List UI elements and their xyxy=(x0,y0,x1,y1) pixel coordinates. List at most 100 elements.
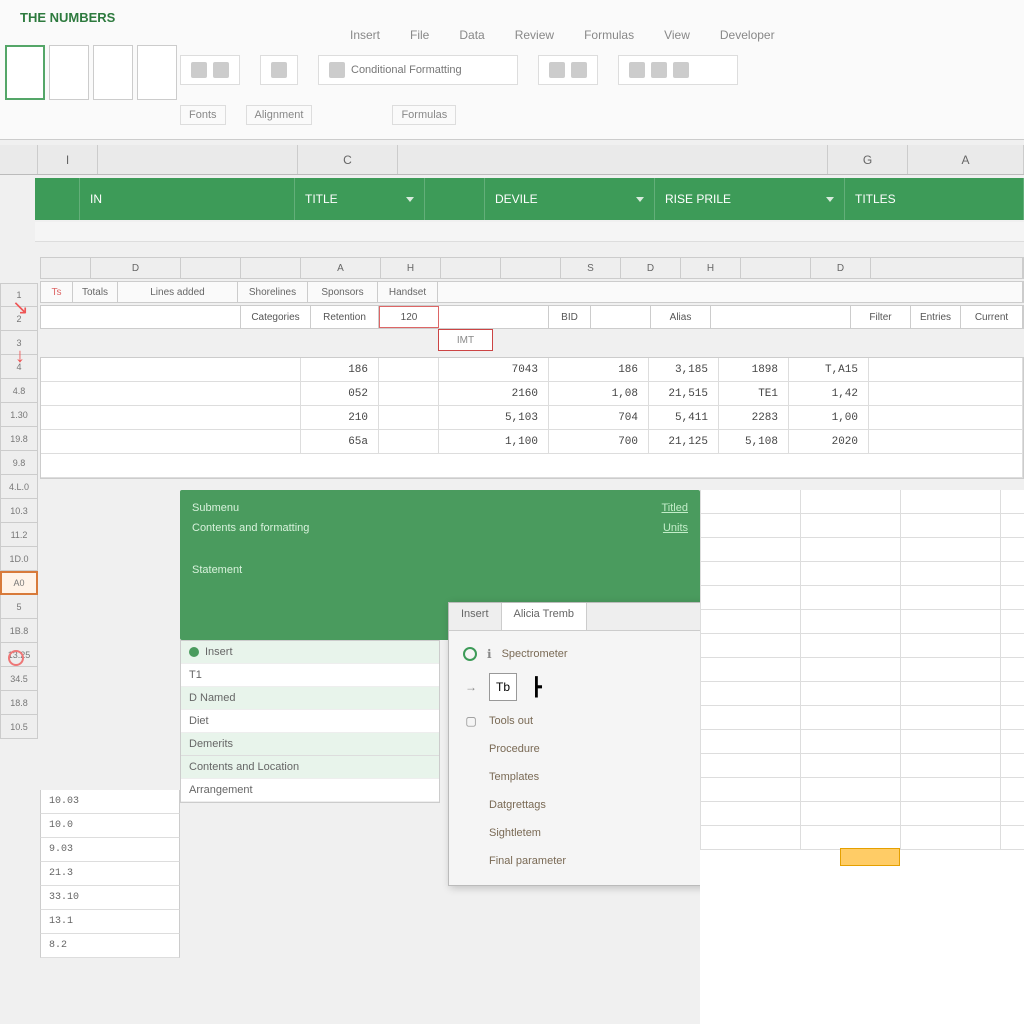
cell[interactable] xyxy=(41,406,301,429)
inner-col[interactable] xyxy=(41,258,91,278)
thumb-4[interactable] xyxy=(137,45,177,100)
cell[interactable]: 186 xyxy=(549,358,649,381)
row-num[interactable]: 34.5 xyxy=(0,667,38,691)
data-row-1[interactable]: 186 7043 186 3,185 1898 T,A15 xyxy=(41,358,1023,382)
grid-row[interactable] xyxy=(700,658,1024,682)
ribbon-group-1[interactable] xyxy=(180,55,240,85)
label-sponsors[interactable]: Sponsors xyxy=(308,282,378,302)
tb-button[interactable]: Tb xyxy=(489,673,517,701)
grid-row[interactable] xyxy=(700,610,1024,634)
menu-tab-alicia[interactable]: Alicia Tremb xyxy=(502,603,588,630)
thumb-3[interactable] xyxy=(93,45,133,100)
cell[interactable]: 704 xyxy=(549,406,649,429)
header-blank[interactable] xyxy=(35,178,80,220)
inner-col[interactable] xyxy=(441,258,501,278)
cell[interactable]: 1898 xyxy=(719,358,789,381)
highlighted-cell[interactable] xyxy=(840,848,900,866)
panel-link-titled[interactable]: Titled xyxy=(662,502,689,514)
cat-entries[interactable]: Entries xyxy=(911,306,961,328)
filter-icon[interactable] xyxy=(406,197,414,202)
cell[interactable]: 21,515 xyxy=(649,382,719,405)
cell[interactable] xyxy=(41,454,1023,477)
cell[interactable]: 052 xyxy=(301,382,379,405)
ribbon-sub-formulas[interactable]: Formulas xyxy=(392,105,456,125)
cell[interactable]: 2283 xyxy=(719,406,789,429)
label-shorelines[interactable]: Shorelines xyxy=(238,282,308,302)
cat-alias[interactable]: Alias xyxy=(651,306,711,328)
label-handset[interactable]: Handset xyxy=(378,282,438,302)
row-num[interactable]: 19.8 xyxy=(0,427,38,451)
label-lines[interactable]: Lines added xyxy=(118,282,238,302)
list-item-diet[interactable]: Diet xyxy=(181,710,439,733)
list-item-named[interactable]: D Named xyxy=(181,687,439,710)
col-G[interactable]: G xyxy=(828,145,908,174)
data-row-blank[interactable] xyxy=(41,454,1023,478)
data-row-4[interactable]: 65a 1,100 700 21,125 5,108 2020 xyxy=(41,430,1023,454)
list-item-arrangement[interactable]: Arrangement xyxy=(181,779,439,802)
cat-categories[interactable]: Categories xyxy=(241,306,311,328)
cell[interactable]: 2020 xyxy=(789,430,869,453)
inner-col[interactable]: D xyxy=(91,258,181,278)
cat-blank2[interactable] xyxy=(439,306,549,328)
value-cell[interactable]: 10.0 xyxy=(40,814,180,838)
value-cell[interactable]: 9.03 xyxy=(40,838,180,862)
header-title[interactable]: TITLE xyxy=(295,178,425,220)
cell[interactable]: 1,42 xyxy=(789,382,869,405)
grid-row[interactable] xyxy=(700,634,1024,658)
cell[interactable]: 700 xyxy=(549,430,649,453)
value-cell[interactable]: 33.10 xyxy=(40,886,180,910)
label-totals[interactable]: Totals xyxy=(73,282,118,302)
inner-col[interactable] xyxy=(741,258,811,278)
cat-blank3[interactable] xyxy=(591,306,651,328)
row-num[interactable]: 5 xyxy=(0,595,38,619)
cat-filter[interactable]: Filter xyxy=(851,306,911,328)
data-row-3[interactable]: 210 5,103 704 5,411 2283 1,00 xyxy=(41,406,1023,430)
ribbon-sub-alignment[interactable]: Alignment xyxy=(246,105,313,125)
row-num[interactable]: 4.8 xyxy=(0,379,38,403)
grid-row[interactable] xyxy=(700,490,1024,514)
thumb-2[interactable] xyxy=(49,45,89,100)
cell[interactable] xyxy=(379,406,439,429)
grid-row[interactable] xyxy=(700,778,1024,802)
thumb-1[interactable] xyxy=(5,45,45,100)
grid-row[interactable] xyxy=(700,730,1024,754)
tab-file[interactable]: File xyxy=(410,28,429,42)
ribbon-sub-fonts[interactable]: Fonts xyxy=(180,105,226,125)
cell[interactable] xyxy=(41,430,301,453)
inner-col[interactable] xyxy=(871,258,1023,278)
tab-formulas[interactable]: Formulas xyxy=(584,28,634,42)
cat-bid[interactable]: BID xyxy=(549,306,591,328)
inner-col[interactable]: H xyxy=(681,258,741,278)
cell[interactable] xyxy=(379,358,439,381)
inner-col[interactable]: S xyxy=(561,258,621,278)
col-I[interactable]: I xyxy=(38,145,98,174)
row-num[interactable]: 9.8 xyxy=(0,451,38,475)
grid-row[interactable] xyxy=(700,538,1024,562)
cell[interactable] xyxy=(869,406,1023,429)
header-titles[interactable]: TITLES xyxy=(845,178,1024,220)
imt-box[interactable]: IMT xyxy=(438,329,493,351)
tab-developer[interactable]: Developer xyxy=(720,28,775,42)
label-ts[interactable]: Ts xyxy=(41,282,73,302)
ribbon-group-4[interactable] xyxy=(618,55,738,85)
inner-col[interactable]: A xyxy=(301,258,381,278)
inner-col[interactable]: D xyxy=(811,258,871,278)
cell[interactable]: 186 xyxy=(301,358,379,381)
col-blank2[interactable] xyxy=(398,145,828,174)
cell[interactable]: 3,185 xyxy=(649,358,719,381)
cell[interactable] xyxy=(869,430,1023,453)
value-cell[interactable]: 10.03 xyxy=(40,790,180,814)
grid-row[interactable] xyxy=(700,682,1024,706)
row-num[interactable]: 11.2 xyxy=(0,523,38,547)
tab-insert[interactable]: Insert xyxy=(350,28,380,42)
filter-icon[interactable] xyxy=(826,197,834,202)
cell[interactable] xyxy=(41,358,301,381)
row-num[interactable]: 10.3 xyxy=(0,499,38,523)
cell[interactable]: 1,100 xyxy=(439,430,549,453)
cell[interactable]: 7043 xyxy=(439,358,549,381)
header-in[interactable]: IN xyxy=(80,178,295,220)
grid-row[interactable] xyxy=(700,586,1024,610)
cell[interactable]: 5,103 xyxy=(439,406,549,429)
cell[interactable] xyxy=(379,382,439,405)
cat-current[interactable]: Current xyxy=(961,306,1023,328)
